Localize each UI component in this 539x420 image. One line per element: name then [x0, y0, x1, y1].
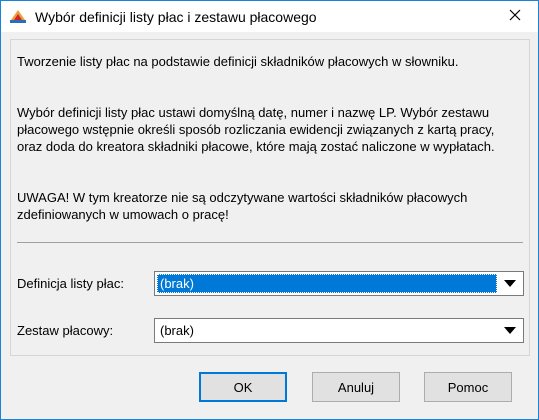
chevron-down-icon[interactable] [499, 321, 521, 340]
help-button[interactable]: Pomoc [424, 372, 512, 402]
definition-label: Definicja listy płac: [17, 276, 124, 291]
info-text-2: Wybór definicji listy płac ustawi domyśl… [17, 105, 495, 154]
separator [17, 242, 523, 243]
set-value: (brak) [160, 323, 194, 338]
cancel-button[interactable]: Anuluj [312, 372, 400, 402]
dialog-client-area: Tworzenie listy płac na podstawie defini… [1, 32, 538, 419]
info-panel: Tworzenie listy płac na podstawie defini… [10, 39, 530, 356]
definition-value: (brak) [157, 274, 497, 293]
chevron-down-icon[interactable] [499, 274, 521, 293]
info-text-1: Tworzenie listy płac na podstawie defini… [17, 54, 459, 69]
close-icon [509, 9, 521, 24]
set-dropdown[interactable]: (brak) [154, 318, 524, 343]
warning-text: UWAGA! W tym kreatorze nie są odczytywan… [17, 190, 468, 222]
set-label: Zestaw płacowy: [17, 323, 114, 338]
close-button[interactable] [492, 1, 538, 32]
definition-dropdown[interactable]: (brak) [154, 271, 524, 296]
title-bar[interactable]: Wybór definicji listy płac i zestawu pła… [1, 1, 538, 32]
app-logo-icon [9, 8, 27, 24]
window-title: Wybór definicji listy płac i zestawu pła… [35, 9, 317, 25]
dialog-window: Wybór definicji listy płac i zestawu pła… [0, 0, 539, 420]
ok-button[interactable]: OK [199, 372, 287, 402]
